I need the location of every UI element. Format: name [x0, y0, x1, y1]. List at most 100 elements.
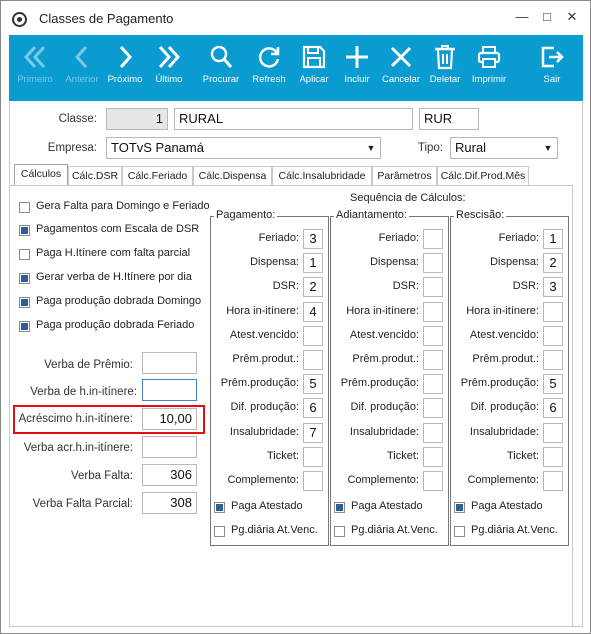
- checkbox-box[interactable]: [454, 502, 465, 513]
- tab-calc-dif-prod-mes[interactable]: Cálc.Dif.Prod.Mês: [437, 166, 529, 186]
- tab-calc-insalubridade[interactable]: Cálc.Insalubridade: [272, 166, 372, 186]
- sequence-label: Dif. produção:: [230, 401, 299, 414]
- checkbox-label: Pg.diária At.Venc.: [231, 524, 318, 536]
- tipo-value: Rural: [455, 140, 487, 155]
- sequence-field-pagamento[interactable]: 2: [303, 277, 323, 298]
- sequence-field-pagamento[interactable]: [303, 471, 323, 491]
- sequence-field-pagamento[interactable]: [303, 350, 323, 370]
- classe-name-field[interactable]: RURAL: [174, 108, 413, 130]
- sequence-field-adiantamento[interactable]: [423, 471, 443, 491]
- empresa-value: TOTvS Panamá: [111, 140, 204, 155]
- sequence-field-rescisao[interactable]: [543, 422, 563, 443]
- sequence-label: Feriado:: [498, 232, 539, 244]
- sequence-field-adiantamento[interactable]: [423, 374, 443, 395]
- sequence-field-rescisao[interactable]: 6: [543, 398, 563, 419]
- classe-code-field[interactable]: 1: [106, 108, 168, 130]
- sequence-field-pagamento[interactable]: 1: [303, 253, 323, 274]
- refresh-button[interactable]: Refresh: [244, 35, 294, 101]
- checkbox-box[interactable]: [334, 526, 345, 537]
- add-button[interactable]: Incluir: [332, 35, 382, 101]
- checkbox-box[interactable]: [19, 297, 30, 308]
- checkbox-box[interactable]: [19, 202, 30, 213]
- sequence-label: DSR:: [392, 280, 419, 293]
- checkbox-box[interactable]: [334, 502, 345, 513]
- verba-hitinere-field[interactable]: [142, 379, 197, 401]
- sequence-field-rescisao[interactable]: [543, 471, 563, 491]
- sequence-field-rescisao[interactable]: [543, 350, 563, 370]
- classe-abbr-field[interactable]: RUR: [419, 108, 479, 130]
- sequence-field-pagamento[interactable]: 5: [303, 374, 323, 395]
- sequence-field-pagamento[interactable]: 7: [303, 422, 323, 443]
- sequence-label: Atest.vencido:: [349, 328, 419, 341]
- sequence-field-pagamento[interactable]: [303, 446, 323, 467]
- verba-acr-hitinere-label: Verba acr.h.in-itínere:: [23, 442, 133, 454]
- sequence-field-adiantamento[interactable]: [423, 398, 443, 419]
- tab-calc-dsr[interactable]: Cálc.DSR: [68, 166, 122, 186]
- sequence-field-rescisao[interactable]: [543, 301, 563, 322]
- sequence-field-rescisao[interactable]: [543, 446, 563, 467]
- first-label: Primeiro: [17, 74, 53, 85]
- sequence-label: Dif. produção:: [470, 401, 539, 414]
- printer-icon: [477, 46, 501, 68]
- exit-icon: [541, 46, 564, 68]
- last-button[interactable]: Último: [144, 35, 194, 101]
- verba-acr-hitinere-field[interactable]: [142, 436, 197, 458]
- maximize-icon[interactable]: □: [538, 8, 556, 26]
- checkbox-box[interactable]: [454, 526, 465, 537]
- checkbox-label: Gerar verba de H.Itínere por dia: [36, 271, 192, 283]
- sequence-field-pagamento[interactable]: 6: [303, 398, 323, 419]
- sequence-field-adiantamento[interactable]: [423, 229, 443, 249]
- sequence-field-rescisao[interactable]: 5: [543, 374, 563, 395]
- sequence-field-pagamento[interactable]: 3: [303, 229, 323, 249]
- tab-calc-dispensa[interactable]: Cálc.Dispensa: [193, 166, 272, 186]
- sequence-field-rescisao[interactable]: 3: [543, 277, 563, 298]
- checkbox-box[interactable]: [19, 249, 30, 260]
- checkbox-box[interactable]: [214, 526, 225, 537]
- chevron-down-icon[interactable]: ▼: [362, 138, 380, 158]
- chevron-down-icon[interactable]: ▼: [539, 138, 557, 158]
- sequence-field-rescisao[interactable]: [543, 325, 563, 346]
- sequence-field-adiantamento[interactable]: [423, 350, 443, 370]
- sequence-label: Atest.vencido:: [469, 328, 539, 341]
- tab-parametros[interactable]: Parâmetros: [372, 166, 437, 186]
- verba-falta-label: Verba Falta:: [70, 470, 133, 482]
- print-button[interactable]: Imprimir: [463, 35, 515, 101]
- cancel-button[interactable]: Cancelar: [376, 35, 426, 101]
- verba-falta-field[interactable]: 306: [142, 464, 197, 486]
- tipo-select[interactable]: Rural ▼: [450, 137, 558, 159]
- verba-hitinere-label: Verba de h.in-itínere:: [30, 386, 137, 398]
- tab-calc-feriado[interactable]: Cálc.Feriado: [122, 166, 193, 186]
- next-label: Próximo: [107, 74, 143, 85]
- group-title: Rescisão:: [454, 209, 507, 221]
- sequence-field-adiantamento[interactable]: [423, 422, 443, 443]
- search-label: Procurar: [202, 74, 240, 85]
- sequence-field-pagamento[interactable]: [303, 325, 323, 346]
- checkbox-box[interactable]: [19, 273, 30, 284]
- close-window-icon[interactable]: ✕: [563, 8, 581, 26]
- sequence-field-adiantamento[interactable]: [423, 446, 443, 467]
- sequence-field-adiantamento[interactable]: [423, 325, 443, 346]
- sequence-field-adiantamento[interactable]: [423, 277, 443, 298]
- verba-falta-parcial-field[interactable]: 308: [142, 492, 197, 514]
- checkbox-label: Paga Atestado: [471, 500, 543, 512]
- next-button[interactable]: Próximo: [100, 35, 150, 101]
- empresa-select[interactable]: TOTvS Panamá ▼: [106, 137, 381, 159]
- search-button[interactable]: Procurar: [195, 35, 247, 101]
- sequence-field-pagamento[interactable]: 4: [303, 301, 323, 322]
- sequence-field-rescisao[interactable]: 1: [543, 229, 563, 249]
- sequence-field-adiantamento[interactable]: [423, 301, 443, 322]
- checkbox-box[interactable]: [19, 225, 30, 236]
- exit-button[interactable]: Sair: [527, 35, 577, 101]
- sequence-label: Dispensa:: [370, 256, 419, 269]
- checkbox-box[interactable]: [19, 321, 30, 332]
- verba-premio-field[interactable]: [142, 352, 197, 374]
- minimize-icon[interactable]: —: [513, 8, 531, 26]
- checkbox-label: Pagamentos com Escala de DSR: [36, 223, 200, 235]
- sequence-field-rescisao[interactable]: 2: [543, 253, 563, 274]
- tab-calculos[interactable]: Cálculos: [14, 164, 68, 186]
- sequence-label: DSR:: [512, 280, 539, 293]
- checkbox-box[interactable]: [214, 502, 225, 513]
- first-button[interactable]: Primeiro: [9, 35, 61, 101]
- sequence-field-adiantamento[interactable]: [423, 253, 443, 274]
- sequence-label: Prêm.produção:: [460, 377, 539, 390]
